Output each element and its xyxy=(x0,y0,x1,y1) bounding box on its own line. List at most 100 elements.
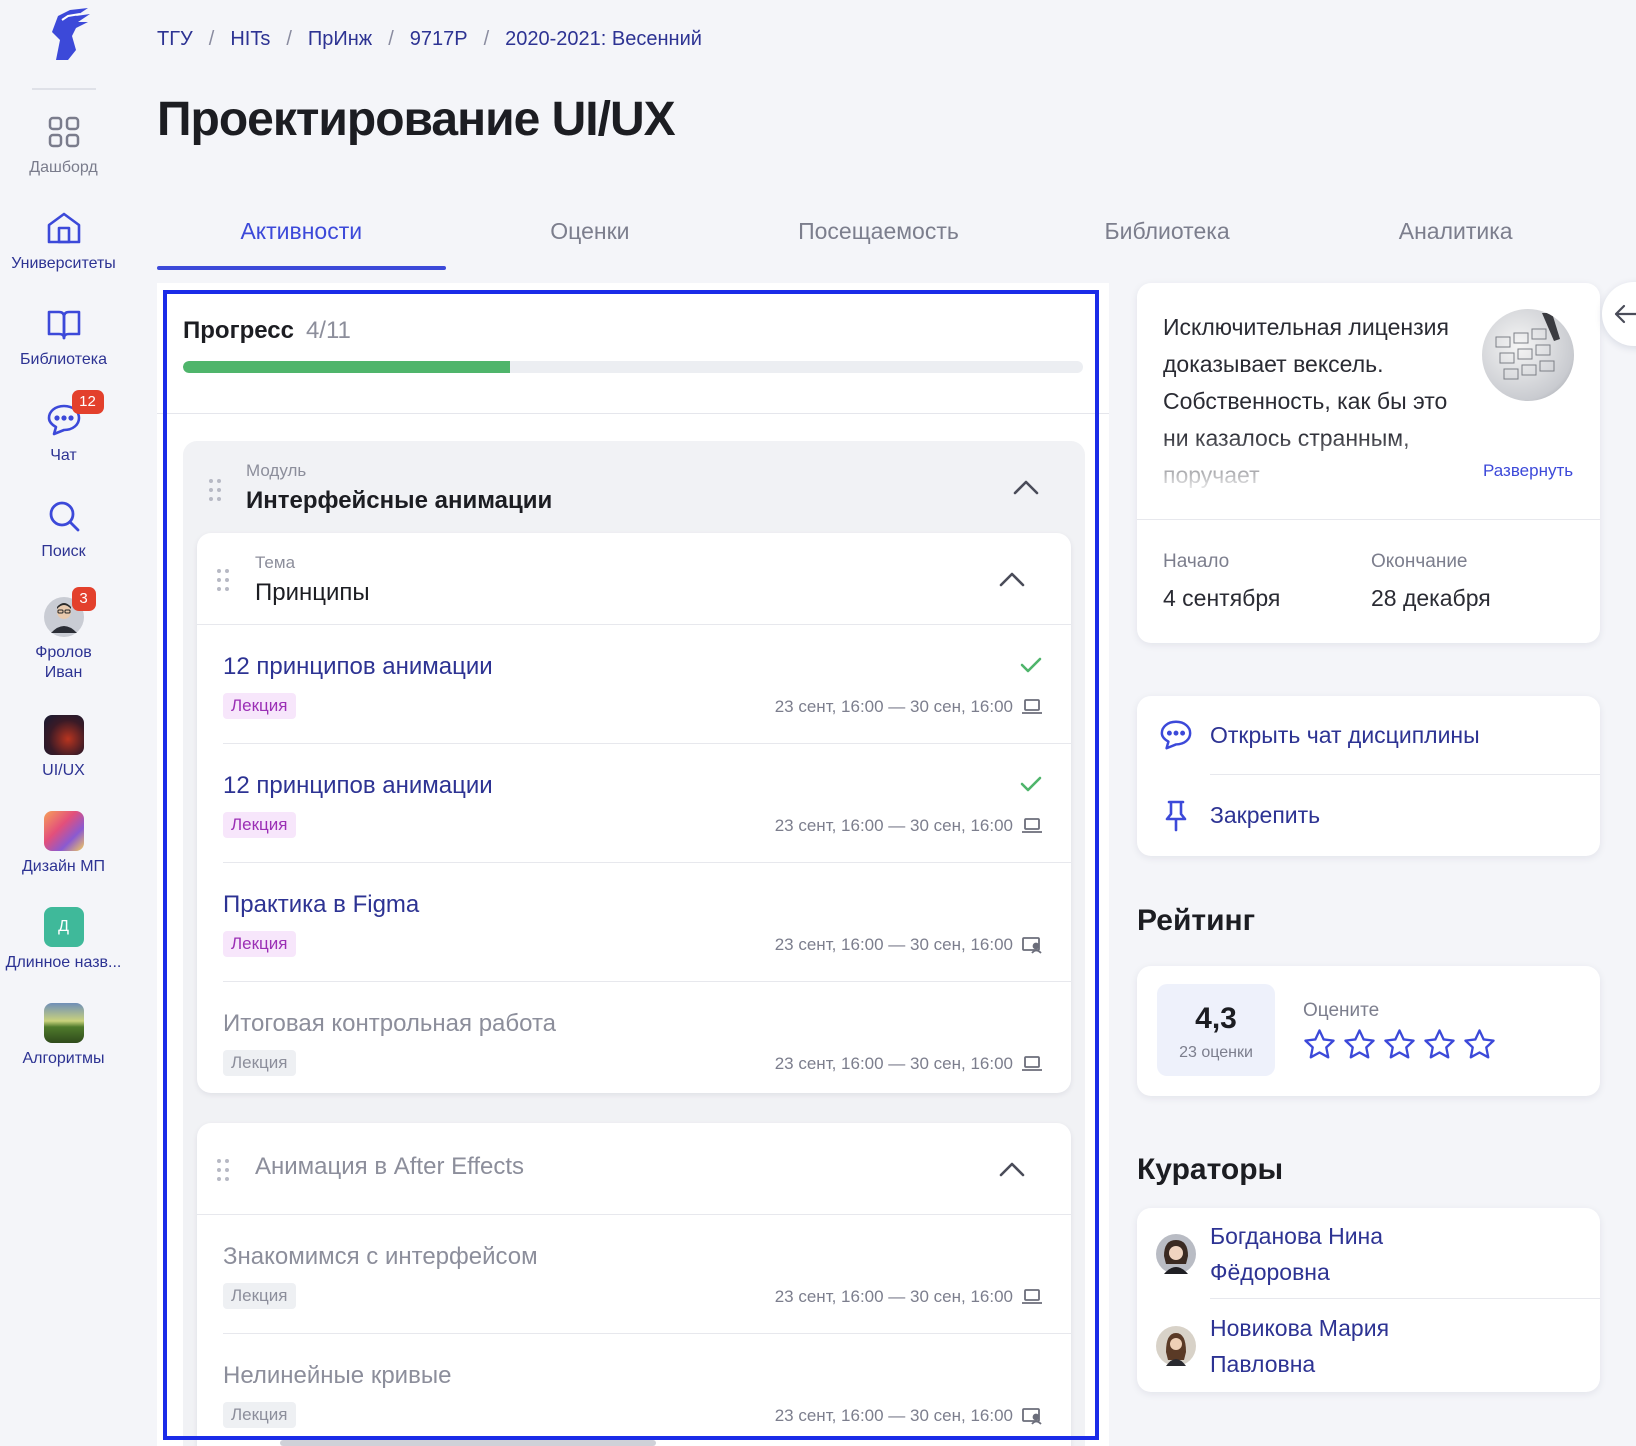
avatar xyxy=(1156,1326,1196,1366)
scrollbar-thumb[interactable] xyxy=(280,1440,656,1446)
activity-title: 12 принципов анимации xyxy=(223,772,493,799)
curators-card: Богданова Нина Фёдоровна Новикова Мария … xyxy=(1137,1208,1600,1392)
sidebar-item-course-long[interactable]: Д Длинное назв... xyxy=(0,907,127,973)
chevron-up-icon[interactable] xyxy=(1011,477,1041,497)
drag-handle-icon[interactable] xyxy=(217,1159,231,1183)
activity-type-tag: Лекция xyxy=(223,1283,296,1309)
sidebar-item-label: Фролов Иван xyxy=(35,644,92,681)
topic-header: Тема Принципы xyxy=(197,533,1071,625)
course-initial: Д xyxy=(43,907,84,947)
sidebar-item-chat[interactable]: 12 Чат xyxy=(0,390,127,466)
activity-type-tag: Лекция xyxy=(223,812,296,838)
collapse-panel-button[interactable] xyxy=(1602,282,1636,346)
drag-handle-icon[interactable] xyxy=(209,479,223,503)
activity-type-tag: Лекция xyxy=(223,931,296,957)
activity-dates: 23 сент, 16:00 — 30 сен, 16:00 xyxy=(774,935,1013,954)
progress-label: Прогресс xyxy=(183,317,294,344)
rating-summary: 4,3 23 оценки xyxy=(1157,984,1275,1076)
tab-analytics[interactable]: Аналитика xyxy=(1311,210,1600,270)
course-actions-card: Открыть чат дисциплины Закрепить xyxy=(1137,696,1600,856)
pin-button[interactable]: Закрепить xyxy=(1137,776,1600,856)
sidebar-item-label: Дашборд xyxy=(29,159,98,176)
tab-library[interactable]: Библиотека xyxy=(1023,210,1312,270)
notification-badge: 12 xyxy=(71,390,104,414)
expand-link[interactable]: Развернуть xyxy=(1483,461,1573,481)
progress-bar xyxy=(183,361,1083,373)
activity-item[interactable]: Нелинейные кривые Лекция 23 сент, 16:00 … xyxy=(223,1334,1071,1446)
chevron-up-icon[interactable] xyxy=(997,1159,1027,1179)
start-caption: Начало xyxy=(1163,551,1230,572)
laptop-icon xyxy=(1021,698,1043,716)
module-block: Модуль Интерфейсные анимации Тема Принци… xyxy=(183,441,1085,1446)
university-icon xyxy=(44,208,84,248)
curator-item[interactable]: Богданова Нина Фёдоровна xyxy=(1137,1208,1600,1300)
activity-item[interactable]: Практика в Figma Лекция 23 сент, 16:00 —… xyxy=(223,863,1071,982)
sidebar-item-course-algorithms[interactable]: Алгоритмы xyxy=(0,1003,127,1069)
laptop-icon xyxy=(1021,817,1043,835)
sidebar-item-universities[interactable]: Университеты xyxy=(0,208,127,274)
star-icon[interactable] xyxy=(1303,1028,1336,1061)
breadcrumb-separator: / xyxy=(286,28,292,50)
end-date: Окончание 28 декабря xyxy=(1371,551,1491,612)
chat-icon: 12 xyxy=(44,390,104,440)
sidebar-item-search[interactable]: Поиск xyxy=(0,496,127,562)
star-icon[interactable] xyxy=(1463,1028,1496,1061)
breadcrumb-item[interactable]: ПрИнж xyxy=(308,28,372,51)
tab-activities[interactable]: Активности xyxy=(157,210,446,270)
star-icon[interactable] xyxy=(1343,1028,1376,1061)
star-icon[interactable] xyxy=(1423,1028,1456,1061)
star-icon[interactable] xyxy=(1383,1028,1416,1061)
sidebar-item-label: Длинное назв... xyxy=(5,954,122,971)
breadcrumb-separator: / xyxy=(388,28,394,50)
sidebar-item-label: Чат xyxy=(50,447,77,464)
topic-caption: Тема xyxy=(255,553,296,572)
course-thumbnail xyxy=(43,1003,84,1043)
activity-item[interactable]: 12 принципов анимации Лекция 23 сент, 16… xyxy=(223,625,1071,744)
start-value: 4 сентября xyxy=(1163,585,1281,611)
activity-item[interactable]: 12 принципов анимации Лекция 23 сент, 16… xyxy=(223,744,1071,863)
activity-type-tag: Лекция xyxy=(223,693,296,719)
progress-count: 4/11 xyxy=(305,317,351,344)
breadcrumb-item[interactable]: 2020-2021: Весенний xyxy=(505,28,702,51)
sidebar-item-course-design[interactable]: Дизайн МП xyxy=(0,811,127,877)
rating-card: 4,3 23 оценки Оцените xyxy=(1137,966,1600,1096)
sidebar-item-label: Алгоритмы xyxy=(22,1050,105,1067)
breadcrumb-separator: / xyxy=(208,28,215,50)
breadcrumb-item[interactable]: 9717Р xyxy=(410,28,468,51)
rate-label: Оцените xyxy=(1303,1000,1380,1021)
open-chat-button[interactable]: Открыть чат дисциплины xyxy=(1137,696,1600,776)
end-value: 28 декабря xyxy=(1371,585,1491,611)
pin-label: Закрепить xyxy=(1210,802,1321,828)
curator-item[interactable]: Новикова Мария Павловна xyxy=(1137,1300,1600,1392)
avatar: 3 xyxy=(43,587,96,637)
pin-icon xyxy=(1159,798,1193,832)
activity-type-tag: Лекция xyxy=(223,1050,296,1076)
sidebar-item-course-uiux[interactable]: UI/UX xyxy=(0,715,127,781)
breadcrumb-item[interactable]: ТГУ xyxy=(157,28,193,51)
activity-title: Практика в Figma xyxy=(223,891,420,918)
sidebar-item-profile[interactable]: 3 Фролов Иван xyxy=(0,587,127,683)
divider xyxy=(1210,1298,1600,1299)
avatar xyxy=(1156,1234,1196,1274)
activity-title: Нелинейные кривые xyxy=(223,1362,452,1389)
rating-count: 23 оценки xyxy=(1179,1044,1253,1061)
topic-block: Анимация в After Effects Знакомимся с ин… xyxy=(197,1123,1071,1446)
presentation-icon xyxy=(1021,936,1043,954)
activity-item[interactable]: Знакомимся с интерфейсом Лекция 23 сент,… xyxy=(223,1215,1071,1334)
course-info-card: Исключительная лицензия доказывает вексе… xyxy=(1137,283,1600,643)
chevron-up-icon[interactable] xyxy=(997,569,1027,589)
activity-item[interactable]: Итоговая контрольная работа Лекция 23 се… xyxy=(223,982,1071,1101)
sidebar-item-library[interactable]: Библиотека xyxy=(0,304,127,370)
tab-grades[interactable]: Оценки xyxy=(446,210,735,270)
curators-heading: Кураторы xyxy=(1137,1153,1284,1186)
notification-badge: 3 xyxy=(71,587,96,611)
breadcrumb-item[interactable]: HITs xyxy=(230,28,270,51)
logo-icon[interactable] xyxy=(36,6,96,64)
drag-handle-icon[interactable] xyxy=(217,569,231,593)
sidebar-item-label: Библиотека xyxy=(20,351,107,368)
activity-title: Знакомимся с интерфейсом xyxy=(223,1243,538,1270)
laptop-icon xyxy=(1021,1288,1043,1306)
sidebar-item-label: Университеты xyxy=(11,255,116,272)
tab-attendance[interactable]: Посещаемость xyxy=(734,210,1023,270)
sidebar-item-dashboard[interactable]: Дашборд xyxy=(0,112,127,178)
